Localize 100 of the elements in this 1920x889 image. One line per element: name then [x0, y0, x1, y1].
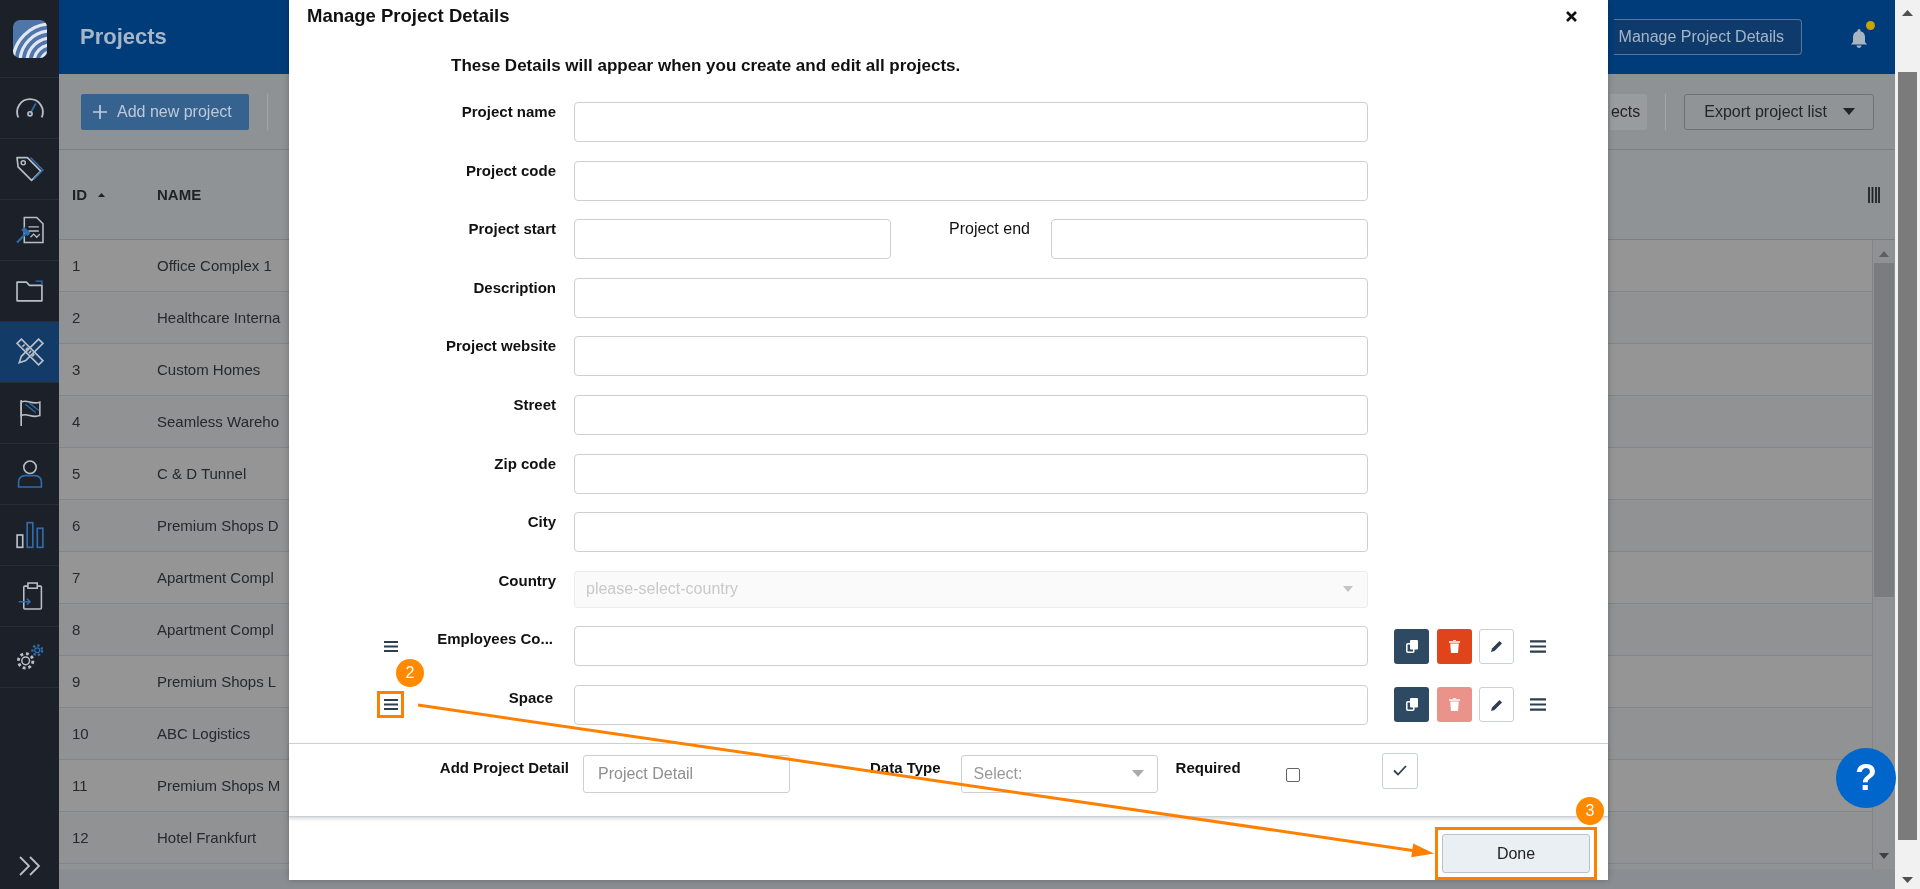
scrollbar-thumb[interactable]	[1898, 72, 1917, 840]
hamburger-icon[interactable]	[383, 640, 398, 652]
close-icon[interactable]	[1566, 10, 1577, 22]
table-cell: 11	[72, 775, 88, 796]
text-field[interactable]	[574, 453, 1368, 494]
table-cell: Seamless Wareho	[157, 412, 279, 430]
field-label: Country	[498, 570, 556, 591]
field-label: Description	[473, 277, 556, 298]
field-label: Project code	[465, 160, 556, 181]
table-cell: Custom Homes	[157, 360, 261, 378]
table-cell: 10	[72, 723, 89, 744]
data-type-select[interactable]: Select:	[960, 754, 1158, 793]
table-cell: 9	[72, 671, 81, 692]
scrollbar[interactable]	[1895, 0, 1920, 889]
required-checkbox[interactable]	[1285, 767, 1300, 782]
person-icon	[15, 460, 44, 488]
intro-text: These Details will appear when you create and edit all projects.	[451, 56, 961, 76]
table-cell: 7	[72, 567, 81, 588]
field-label: Space	[508, 687, 553, 708]
text-field[interactable]	[574, 626, 1368, 667]
toolbar-button[interactable]: ects	[1609, 93, 1648, 130]
check-icon	[1392, 765, 1407, 777]
ruler-pencil-icon	[15, 338, 44, 366]
copy-icon	[1405, 639, 1418, 653]
hamburger-icon[interactable]	[383, 699, 398, 711]
pencil-icon	[1490, 640, 1503, 653]
field-label: Add Project Detail	[439, 757, 569, 778]
page-title: Projects	[80, 24, 167, 50]
text-field[interactable]	[574, 277, 1368, 318]
document-icon	[15, 216, 44, 244]
field-label: Required	[1175, 757, 1241, 778]
column-header[interactable]: ID	[72, 184, 87, 205]
text-field[interactable]	[574, 102, 1368, 142]
scroll-down-icon[interactable]	[1879, 853, 1889, 859]
done-button[interactable]: Done	[1442, 834, 1590, 873]
logo-icon[interactable]	[12, 19, 47, 58]
trash-icon	[1449, 698, 1460, 712]
table-cell: 4	[72, 411, 81, 432]
edit-button[interactable]	[1479, 628, 1514, 664]
field-label: Project end	[949, 219, 1030, 240]
text-field[interactable]	[574, 160, 1368, 201]
table-cell: 5	[72, 463, 81, 484]
tag-icon	[15, 155, 44, 183]
table-cell: C & D Tunnel	[157, 464, 247, 482]
hamburger-icon[interactable]	[1530, 639, 1546, 653]
field-label: City	[527, 512, 556, 533]
delete-button[interactable]	[1437, 628, 1472, 664]
text-field[interactable]	[574, 512, 1368, 553]
table-cell: 2	[72, 307, 81, 328]
pencil-icon	[1490, 698, 1503, 711]
date-field[interactable]	[574, 219, 891, 260]
scroll-up-icon[interactable]	[1902, 10, 1913, 16]
copy-icon	[1405, 698, 1418, 712]
columns-icon[interactable]	[1868, 186, 1880, 203]
field-label: Street	[513, 394, 556, 415]
table-cell: Healthcare Interna	[157, 308, 281, 326]
table-cell: Hotel Frankfurt	[157, 828, 257, 846]
scroll-down-icon[interactable]	[1902, 877, 1913, 883]
field-label: Project website	[445, 336, 556, 357]
table-cell: Office Complex 1	[157, 256, 272, 274]
dialog-title: Manage Project Details	[307, 4, 510, 28]
sidebar-item[interactable]	[0, 322, 59, 383]
field-label: Project name	[461, 102, 556, 122]
table-cell: Premium Shops D	[157, 516, 279, 534]
caret-down-icon	[1343, 586, 1353, 593]
plus-icon	[93, 104, 107, 119]
field-label: Project start	[468, 219, 556, 240]
table-cell: 1	[72, 255, 81, 276]
text-field[interactable]	[574, 394, 1368, 435]
date-field[interactable]	[1051, 219, 1368, 260]
table-cell: Premium Shops L	[157, 672, 277, 690]
manage-details-button[interactable]: Manage Project Details	[1613, 19, 1802, 55]
callout-badge: 2	[396, 659, 424, 688]
detail-name-field[interactable]: Project Detail	[583, 754, 790, 793]
hamburger-icon[interactable]	[1530, 698, 1546, 712]
column-header[interactable]: NAME	[157, 185, 202, 203]
field-label: Zip code	[494, 453, 556, 474]
bell-icon[interactable]	[1850, 28, 1868, 48]
scrollbar-thumb[interactable]	[1874, 263, 1894, 597]
add-project-button[interactable]: Add new project	[81, 93, 249, 130]
double-chevron-icon[interactable]	[18, 856, 41, 876]
caret-down-icon	[1843, 108, 1855, 115]
callout-badge: 3	[1576, 797, 1604, 825]
trash-icon	[1449, 639, 1460, 653]
table-cell: 12	[72, 827, 89, 848]
edit-button[interactable]	[1479, 687, 1514, 723]
table-cell: ABC Logistics	[157, 724, 251, 742]
table-cell: Apartment Compl	[157, 568, 274, 586]
copy-button[interactable]	[1394, 628, 1429, 664]
copy-button[interactable]	[1394, 687, 1429, 723]
text-field[interactable]	[574, 336, 1368, 377]
field-label: Employees Co...	[437, 629, 553, 650]
table-cell: 3	[72, 359, 81, 380]
folder-icon	[15, 277, 44, 305]
export-dropdown[interactable]: Export project list	[1684, 93, 1874, 130]
table-cell: 6	[72, 515, 81, 536]
text-field[interactable]	[574, 684, 1368, 725]
table-cell: Premium Shops M	[157, 776, 281, 794]
gears-icon	[15, 643, 44, 671]
caret-down-icon	[1131, 770, 1144, 778]
